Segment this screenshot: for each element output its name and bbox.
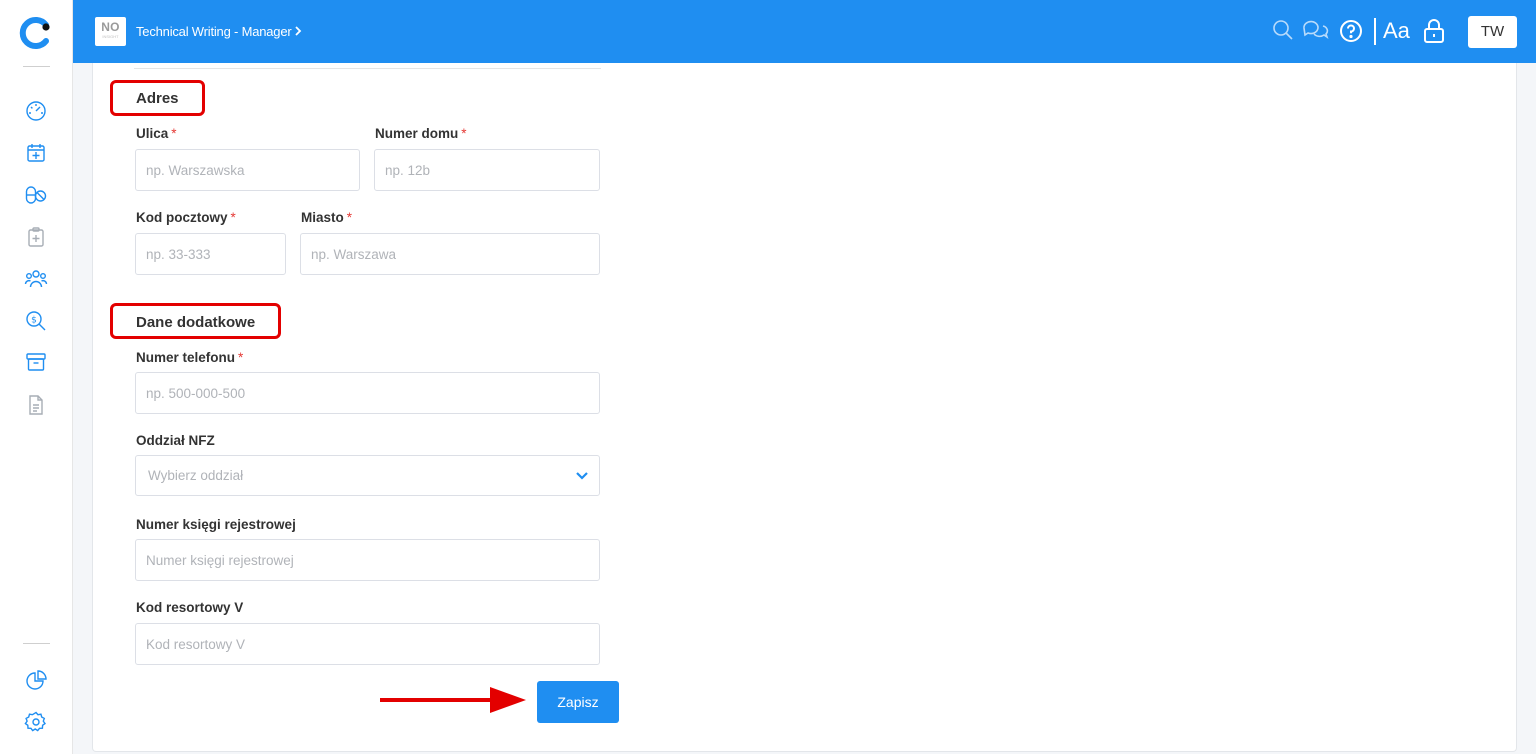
house-number-input[interactable] xyxy=(374,149,600,191)
document-icon[interactable] xyxy=(24,393,48,417)
house-number-label: Numer domu * xyxy=(375,126,467,141)
app-logo[interactable] xyxy=(17,15,53,51)
chevron-down-icon xyxy=(576,472,588,480)
postal-code-input[interactable] xyxy=(135,233,286,275)
nfz-branch-select[interactable]: Wybierz oddział xyxy=(135,455,600,496)
register-number-label: Numer księgi rejestrowej xyxy=(136,517,296,532)
pills-icon[interactable] xyxy=(24,183,48,207)
sidebar-divider xyxy=(23,66,50,67)
breadcrumb-workspace[interactable]: Technical Writing - Manager xyxy=(136,23,292,40)
chat-icon[interactable] xyxy=(1301,19,1329,41)
main-content: Adres Ulica* Numer domu* Kod pocztowy* M… xyxy=(73,63,1536,754)
help-icon[interactable] xyxy=(1339,19,1363,43)
settings-gear-icon[interactable] xyxy=(24,710,48,734)
calendar-add-icon[interactable] xyxy=(24,141,48,165)
workspace-badge-subtext: INSIGHT xyxy=(102,34,119,39)
street-input[interactable] xyxy=(135,149,360,191)
phone-input[interactable] xyxy=(135,372,600,414)
register-number-input[interactable] xyxy=(135,539,600,581)
font-size-icon[interactable]: Aa xyxy=(1383,17,1410,45)
nfz-branch-label: Oddział NFZ xyxy=(136,433,215,448)
reports-pie-icon[interactable] xyxy=(24,669,48,693)
dashboard-icon[interactable] xyxy=(24,99,48,123)
header-separator xyxy=(1374,18,1376,45)
patients-icon[interactable] xyxy=(24,267,48,291)
annotation-arrow-icon xyxy=(380,687,526,713)
archive-icon[interactable] xyxy=(24,350,48,374)
city-label: Miasto * xyxy=(301,210,353,225)
user-avatar[interactable]: TW xyxy=(1468,16,1517,48)
nfz-branch-placeholder: Wybierz oddział xyxy=(148,468,244,483)
workspace-badge[interactable]: NO INSIGHT xyxy=(95,17,126,46)
billing-search-icon[interactable]: $ xyxy=(24,309,48,333)
city-input[interactable] xyxy=(300,233,600,275)
address-section-title: Adres xyxy=(136,90,179,107)
clipboard-add-icon[interactable] xyxy=(24,225,48,249)
form-card: Adres Ulica* Numer domu* Kod pocztowy* M… xyxy=(92,63,1517,752)
svg-text:$: $ xyxy=(31,316,37,326)
save-button[interactable]: Zapisz xyxy=(537,681,619,723)
lock-icon[interactable] xyxy=(1422,18,1446,44)
postal-code-label: Kod pocztowy * xyxy=(136,210,236,225)
phone-label: Numer telefonu * xyxy=(136,350,244,365)
sidebar: $ xyxy=(0,0,73,754)
top-bar: NO INSIGHT Technical Writing - Manager A… xyxy=(73,0,1536,63)
additional-section-title: Dane dodatkowe xyxy=(136,314,256,331)
search-icon[interactable] xyxy=(1272,19,1294,41)
department-code-input[interactable] xyxy=(135,623,600,665)
department-code-label: Kod resortowy V xyxy=(136,600,244,615)
chevron-right-icon[interactable] xyxy=(293,24,303,38)
workspace-badge-text: NO xyxy=(101,20,120,34)
sidebar-divider xyxy=(23,643,50,644)
street-label: Ulica * xyxy=(136,126,177,141)
divider xyxy=(134,68,601,69)
